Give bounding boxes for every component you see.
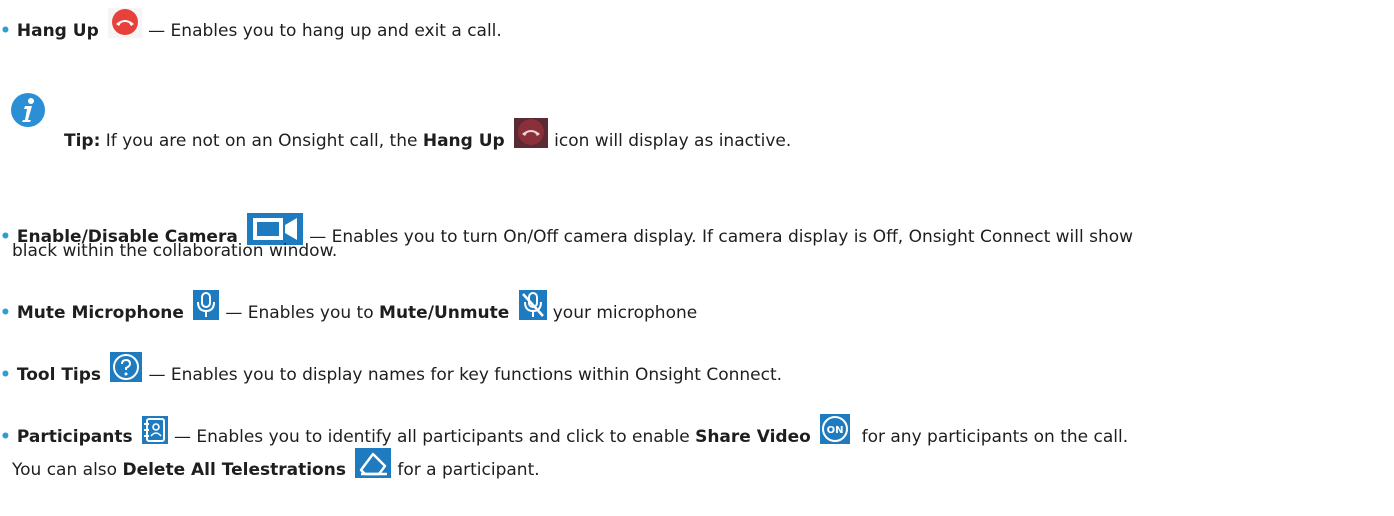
mute-description-part2: your microphone: [552, 303, 698, 323]
participants-line2-text1: You can also: [12, 460, 118, 480]
svg-text:ON: ON: [827, 425, 844, 436]
bullet: •: [0, 365, 11, 385]
term-hang-up: Hang Up: [16, 21, 99, 41]
list-item-mute: • Mute Microphone — Enables you to Mute/U…: [0, 290, 1374, 325]
participants-icon: [142, 416, 168, 444]
microphone-icon: [193, 290, 220, 320]
bullet: •: [0, 21, 11, 41]
list-item-tool-tips: • Tool Tips — Enables you to display name…: [0, 352, 1374, 387]
tip-text: Tip: If you are not on an Onsight call, …: [64, 118, 791, 153]
hang-up-description: — Enables you to hang up and exit a call…: [148, 21, 502, 41]
term-share-video: Share Video: [695, 427, 811, 447]
microphone-muted-icon: [518, 290, 547, 320]
info-icon: [10, 92, 46, 135]
list-item-hang-up: • Hang Up — Enables you to hang up and ex…: [0, 8, 1374, 43]
camera-description-continued: black within the collaboration window.: [12, 241, 338, 261]
term-tool-tips: Tool Tips: [16, 365, 102, 385]
tool-tips-description: — Enables you to display names for key f…: [148, 365, 783, 385]
participants-description-part2: for any participants on the call.: [861, 427, 1129, 447]
mute-description-part1: — Enables you to: [225, 303, 374, 323]
tip-text-part2: icon will display as inactive.: [554, 131, 792, 151]
term-hang-up: Hang Up: [422, 131, 505, 151]
term-participants: Participants: [16, 427, 133, 447]
hang-up-inactive-icon: [514, 118, 549, 148]
term-mute-microphone: Mute Microphone: [16, 303, 184, 323]
participants-line2-text2: for a participant.: [397, 460, 540, 480]
term-unmute: Unmute: [433, 303, 510, 323]
term-delete-all-telestrations: Delete All Telestrations: [122, 460, 346, 480]
participants-description-part1: — Enables you to identify all participan…: [174, 427, 690, 447]
list-item-participants: • Participants — Enables you to identify …: [0, 414, 1374, 449]
bullet: •: [0, 303, 11, 323]
help-icon: [110, 352, 143, 382]
share-video-on-icon: ON: [820, 414, 851, 444]
tip-label: Tip:: [64, 131, 101, 151]
hang-up-icon: [108, 8, 143, 38]
tip-text-part1: If you are not on an Onsight call, the: [105, 131, 418, 151]
bullet: •: [0, 427, 11, 447]
term-mute: Mute: [379, 303, 428, 323]
eraser-icon: [355, 448, 392, 478]
participants-line2: You can also Delete All Telestrations fo…: [0, 448, 1374, 482]
